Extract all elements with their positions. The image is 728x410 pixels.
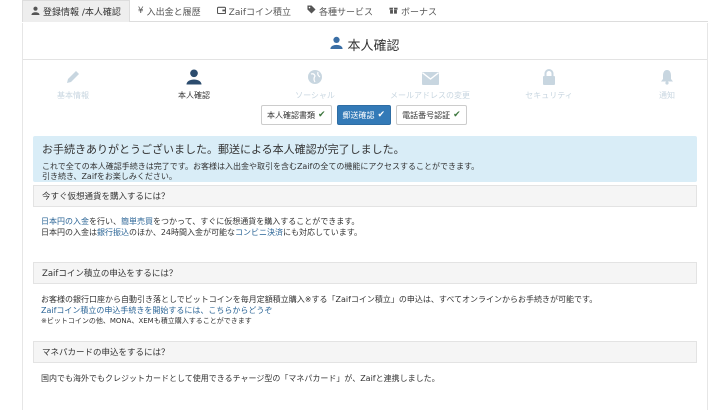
step-label: セキュリティ xyxy=(525,91,573,100)
lock-icon xyxy=(542,63,556,85)
check-icon: ✔ xyxy=(318,110,326,120)
step-basic-info[interactable]: 基本情報 xyxy=(23,63,123,101)
verification-status-buttons: 本人確認書類 ✔ 郵送確認 ✔ 電話番号認証 ✔ xyxy=(261,105,472,125)
check-icon: ✔ xyxy=(377,110,386,120)
phone-verification-button[interactable]: 電話番号認証 ✔ xyxy=(396,105,467,125)
button-label: 本人確認書類 xyxy=(267,110,315,120)
user-icon xyxy=(31,6,40,18)
success-alert: お手続きありがとうございました。郵送による本人確認が完了しました。 これで全ての… xyxy=(33,136,697,182)
section-line: 日本円の入金を行い、簡単売買をつかって、すぐに仮想通貨を購入することができます。 xyxy=(41,216,697,227)
tab-label: ボーナス xyxy=(401,7,438,18)
tab-bonus[interactable]: ボーナス xyxy=(381,0,445,22)
section-body-buy-crypto: 日本円の入金を行い、簡単売買をつかって、すぐに仮想通貨を購入することができます。… xyxy=(33,216,697,238)
text: Zaifコイン積立の申込手続きを開始するには、 xyxy=(41,306,209,315)
section-line: Zaifコイン積立の申込手続きを開始するには、こちらからどうぞ xyxy=(41,305,697,316)
alert-text: 引き続き、Zaifをお楽しみください。 xyxy=(42,172,177,181)
text: 日本円の入金は xyxy=(41,228,97,237)
tab-zaif-coin-savings[interactable]: Zaifコイン積立 xyxy=(209,0,299,22)
jpy-deposit-link[interactable]: 日本円の入金 xyxy=(41,217,89,226)
step-notifications[interactable]: 通知 xyxy=(617,63,717,101)
apply-here-link[interactable]: こちらからどうぞ xyxy=(208,306,272,315)
section-line: お客様の銀行口座から自動引き落としでビットコインを毎月定額積立購入※する「Zai… xyxy=(41,295,598,304)
envelope-icon xyxy=(421,63,439,85)
page-title: 本人確認 xyxy=(23,33,707,55)
step-email-change[interactable]: メールアドレスの変更 xyxy=(380,63,480,101)
tab-account-verification[interactable]: 登録情報 /本人確認 xyxy=(22,0,130,22)
section-heading-manepa-card: マネパカードの申込をするには？ xyxy=(33,341,697,363)
gift-icon xyxy=(389,5,398,17)
section-line: 国内でも海外でもクレジットカードとして使用できるチャージ型の「マネパカード」が、… xyxy=(41,374,440,383)
globe-icon xyxy=(307,63,323,85)
section-heading-coin-savings: Zaifコイン積立の申込をするには？ xyxy=(33,262,697,284)
step-label: 本人確認 xyxy=(178,91,210,100)
identity-documents-button[interactable]: 本人確認書類 ✔ xyxy=(261,105,332,125)
button-label: 電話番号認証 xyxy=(402,110,451,120)
main-panel: 本人確認 基本情報 本人確認 ソーシャル メールアドレスの変更 セキュリティ 通… xyxy=(22,23,708,410)
tags-icon xyxy=(307,5,316,17)
postal-verification-button[interactable]: 郵送確認 ✔ xyxy=(336,105,392,125)
text: をつかって、すぐに仮想通貨を購入することができます。 xyxy=(153,217,360,226)
button-label: 郵送確認 xyxy=(342,110,375,120)
title-divider xyxy=(23,59,707,60)
step-security[interactable]: セキュリティ xyxy=(499,63,599,101)
text: にも対応しています。 xyxy=(283,228,362,237)
bank-transfer-link[interactable]: 銀行振込 xyxy=(97,228,129,237)
convenience-store-payment-link[interactable]: コンビニ決済 xyxy=(235,228,283,237)
tab-deposit-history[interactable]: ¥ 入出金と履歴 xyxy=(130,0,209,22)
wallet-icon xyxy=(216,6,226,17)
simple-trade-link[interactable]: 簡単売買 xyxy=(121,217,153,226)
step-label: 通知 xyxy=(659,91,675,100)
page-title-text: 本人確認 xyxy=(347,38,400,54)
check-icon: ✔ xyxy=(453,110,461,120)
tab-label: 登録情報 /本人確認 xyxy=(43,8,121,18)
pencil-icon xyxy=(65,63,81,85)
top-nav: 登録情報 /本人確認 ¥ 入出金と履歴 Zaifコイン積立 各種サービス ボーナ… xyxy=(22,0,708,22)
section-body-manepa-card: 国内でも海外でもクレジットカードとして使用できるチャージ型の「マネパカード」が、… xyxy=(33,373,697,384)
step-label: メールアドレスの変更 xyxy=(390,91,470,100)
tab-label: 入出金と履歴 xyxy=(146,7,201,18)
step-identity[interactable]: 本人確認 xyxy=(144,63,244,101)
section-heading-buy-crypto: 今すぐ仮想通貨を購入するには？ xyxy=(33,185,697,207)
user-icon xyxy=(186,63,202,85)
user-icon xyxy=(330,36,347,53)
tab-label: 各種サービス xyxy=(319,7,374,18)
yen-icon: ¥ xyxy=(137,6,144,16)
step-social[interactable]: ソーシャル xyxy=(265,63,365,101)
section-body-coin-savings: お客様の銀行口座から自動引き落としでビットコインを毎月定額積立購入※する「Zai… xyxy=(33,294,697,327)
text: のほか、24時間入金が可能な xyxy=(129,228,236,237)
step-label: 基本情報 xyxy=(57,91,89,100)
tab-services[interactable]: 各種サービス xyxy=(299,0,381,22)
text: を行い、 xyxy=(89,217,121,226)
tab-label: Zaifコイン積立 xyxy=(228,7,292,18)
footnote: ※ビットコインの他、MONA、XEMも積立購入することができます xyxy=(41,317,252,325)
alert-heading: お手続きありがとうございました。郵送による本人確認が完了しました。 xyxy=(42,143,405,156)
bell-icon xyxy=(660,63,674,85)
alert-text: これで全ての本人確認手続きは完了です。お客様は入出金や取引を含むZaifの全ての… xyxy=(42,162,480,171)
section-line: 日本円の入金は銀行振込のほか、24時間入金が可能なコンビニ決済にも対応しています… xyxy=(41,227,697,238)
step-label: ソーシャル xyxy=(295,91,335,100)
